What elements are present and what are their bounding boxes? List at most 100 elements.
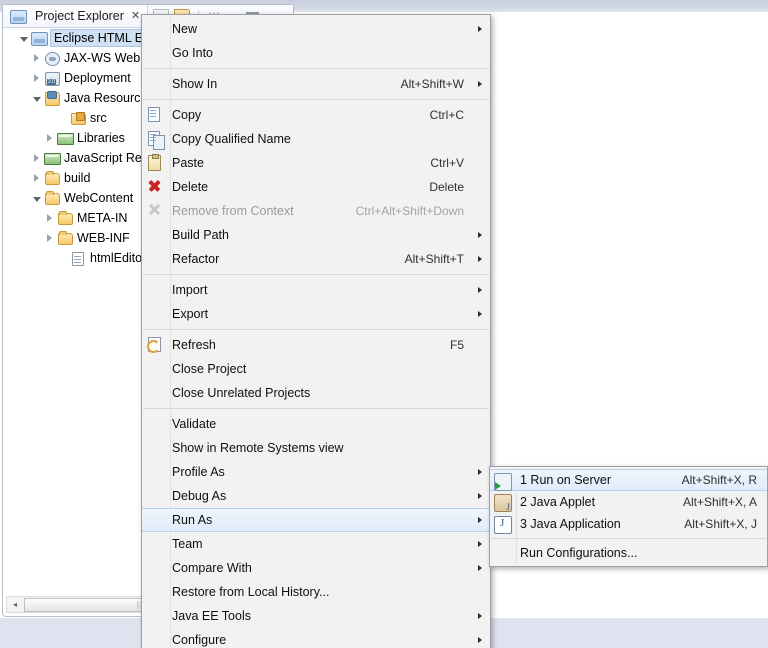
menu-item-new[interactable]: New	[142, 17, 490, 41]
twisty-collapsed-icon[interactable]	[30, 48, 43, 68]
menu-separator	[143, 99, 489, 100]
menu-item-delete[interactable]: Delete Delete	[142, 175, 490, 199]
menu-item-compare-with[interactable]: Compare With	[142, 556, 490, 580]
menu-item-validate[interactable]: Validate	[142, 412, 490, 436]
menu-item-go-into[interactable]: Go Into	[142, 41, 490, 65]
tree-item-label: Eclipse HTML Ec	[50, 29, 154, 47]
menu-item-restore-from-local-history[interactable]: Restore from Local History...	[142, 580, 490, 604]
menu-item-label: 3 Java Application	[520, 517, 621, 531]
java-applet-icon	[494, 494, 512, 512]
screenshot-root: Project Explorer ✕ Eclipse HTML Ec JAX-WS…	[0, 0, 768, 648]
copy-qualified-name-icon	[148, 131, 165, 150]
menu-item-run-as[interactable]: Run As	[142, 508, 490, 532]
submenu-arrow-icon	[472, 613, 482, 619]
submenu-arrow-icon	[472, 541, 482, 547]
submenu-arrow-icon	[472, 232, 482, 238]
menu-item-export[interactable]: Export	[142, 302, 490, 326]
tree-item-label: htmlEdito	[90, 251, 143, 265]
menu-item-label: 1 Run on Server	[520, 473, 612, 487]
paste-icon	[148, 154, 164, 171]
submenu-item-3-java-application[interactable]: 3 Java Application Alt+Shift+X, J	[490, 513, 767, 535]
menu-item-label: Build Path	[172, 228, 229, 242]
submenu-arrow-icon	[472, 311, 482, 317]
menu-item-show-in-remote-systems-view[interactable]: Show in Remote Systems view	[142, 436, 490, 460]
menu-item-shortcut: Alt+Shift+X, R	[681, 473, 757, 487]
refresh-icon	[147, 337, 164, 353]
menu-item-label: Team	[172, 537, 203, 551]
scroll-left-arrow[interactable]: ◂	[7, 597, 23, 612]
menu-item-label: Close Unrelated Projects	[172, 386, 311, 400]
submenu-item-run-configurations[interactable]: Run Configurations...	[490, 542, 767, 564]
java-application-icon	[494, 516, 512, 534]
submenu-arrow-icon	[472, 469, 482, 475]
menu-item-copy-qualified-name[interactable]: Copy Qualified Name	[142, 127, 490, 151]
menu-item-remove-from-context: Remove from Context Ctrl+Alt+Shift+Down	[142, 199, 490, 223]
menu-item-close-unrelated-projects[interactable]: Close Unrelated Projects	[142, 381, 490, 405]
twisty-placeholder	[56, 248, 69, 268]
submenu-item-1-run-on-server[interactable]: 1 Run on Server Alt+Shift+X, R	[490, 469, 767, 491]
twisty-collapsed-icon[interactable]	[43, 128, 56, 148]
menu-item-label: Copy	[172, 108, 202, 122]
tree-item-label: Java Resourc	[64, 91, 141, 105]
menu-item-label: Delete	[172, 180, 209, 194]
menu-item-label: Go Into	[172, 46, 213, 60]
tree-item-label: META-IN	[77, 211, 128, 225]
menu-item-configure[interactable]: Configure	[142, 628, 490, 648]
twisty-collapsed-icon[interactable]	[30, 68, 43, 88]
menu-item-copy[interactable]: Copy Ctrl+C	[142, 103, 490, 127]
twisty-expanded-icon[interactable]	[30, 88, 43, 108]
close-icon[interactable]: ✕	[131, 10, 140, 22]
menu-separator	[143, 68, 489, 69]
menu-item-shortcut: Alt+Shift+W	[400, 77, 464, 91]
tree-item-label: build	[64, 171, 91, 185]
tree-item-label: WebContent	[64, 191, 134, 205]
menu-item-shortcut: Alt+Shift+X, J	[684, 517, 757, 531]
menu-item-label: Debug As	[172, 489, 227, 503]
menu-item-label: Java EE Tools	[172, 609, 251, 623]
tree-item-label: JAX-WS Web	[64, 51, 141, 65]
menu-item-label: Remove from Context	[172, 204, 294, 218]
context-menu[interactable]: New Go Into Show In Alt+Shift+W Copy Ctrl+C Co…	[141, 14, 491, 648]
tab-project-explorer[interactable]: Project Explorer ✕	[3, 5, 149, 27]
submenu-arrow-icon	[472, 256, 482, 262]
twisty-collapsed-icon[interactable]	[30, 168, 43, 188]
run-as-submenu[interactable]: 1 Run on Server Alt+Shift+X, R 2 Java Appl…	[489, 466, 768, 567]
menu-item-label: New	[172, 22, 198, 36]
submenu-item-2-java-applet[interactable]: 2 Java Applet Alt+Shift+X, A	[490, 491, 767, 513]
twisty-collapsed-icon[interactable]	[43, 208, 56, 228]
twisty-expanded-icon[interactable]	[30, 188, 43, 208]
menu-item-shortcut: Ctrl+V	[430, 156, 464, 170]
menu-item-label: Export	[172, 307, 209, 321]
menu-item-label: Paste	[172, 156, 204, 170]
menu-item-build-path[interactable]: Build Path	[142, 223, 490, 247]
menu-item-java-ee-tools[interactable]: Java EE Tools	[142, 604, 490, 628]
remove-from-context-icon	[148, 203, 164, 219]
menu-item-label: Show in Remote Systems view	[172, 441, 344, 455]
menu-item-import[interactable]: Import	[142, 278, 490, 302]
menu-item-profile-as[interactable]: Profile As	[142, 460, 490, 484]
menu-separator	[143, 274, 489, 275]
twisty-expanded-icon[interactable]	[17, 28, 30, 48]
menu-item-label: Refactor	[172, 252, 220, 266]
menu-item-paste[interactable]: Paste Ctrl+V	[142, 151, 490, 175]
library-icon	[56, 130, 74, 146]
submenu-arrow-icon	[472, 517, 482, 523]
submenu-arrow-icon	[472, 565, 482, 571]
menu-separator	[143, 329, 489, 330]
submenu-arrow-icon	[472, 81, 482, 87]
menu-item-close-project[interactable]: Close Project	[142, 357, 490, 381]
twisty-collapsed-icon[interactable]	[43, 228, 56, 248]
menu-item-debug-as[interactable]: Debug As	[142, 484, 490, 508]
folder-icon	[43, 190, 61, 206]
menu-item-refresh[interactable]: Refresh F5	[142, 333, 490, 357]
menu-item-refactor[interactable]: Refactor Alt+Shift+T	[142, 247, 490, 271]
menu-item-shortcut: Ctrl+C	[429, 108, 464, 122]
submenu-arrow-icon	[472, 26, 482, 32]
tree-item-label: Deployment	[64, 71, 131, 85]
library-icon	[43, 150, 61, 166]
menu-item-label: 2 Java Applet	[520, 495, 596, 509]
twisty-collapsed-icon[interactable]	[30, 148, 43, 168]
jaxws-icon	[43, 50, 61, 66]
menu-item-team[interactable]: Team	[142, 532, 490, 556]
menu-item-show-in[interactable]: Show In Alt+Shift+W	[142, 72, 490, 96]
